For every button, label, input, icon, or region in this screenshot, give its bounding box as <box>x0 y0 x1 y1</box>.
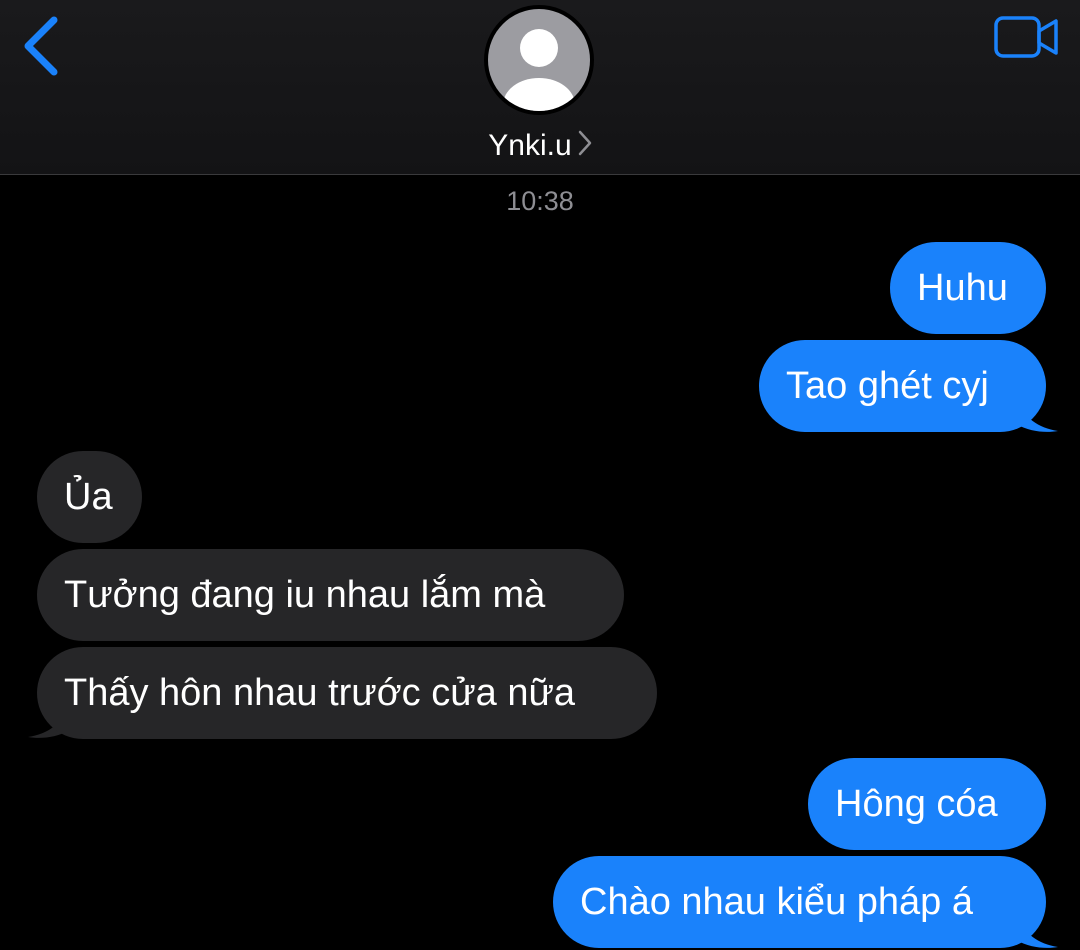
sent-message-bubble[interactable]: Hông cóa <box>808 758 1046 850</box>
sent-message-bubble[interactable]: Chào nhau kiểu pháp á <box>553 856 1046 948</box>
contact-name-button[interactable]: Ynki.u <box>0 126 1080 167</box>
chevron-left-icon <box>24 16 58 76</box>
messages-screen: Ynki.u 10:38 Huhu Tao ghét cyj Ủa Tưởng … <box>0 0 1080 950</box>
back-button[interactable] <box>16 14 68 78</box>
message-timestamp: 10:38 <box>506 186 574 216</box>
received-message-bubble[interactable]: Tưởng đang iu nhau lắm mà <box>37 549 624 641</box>
received-message-bubble[interactable]: Ủa <box>37 451 142 543</box>
contact-name: Ynki.u <box>488 129 572 162</box>
sent-message-bubble[interactable]: Huhu <box>890 242 1046 334</box>
chevron-right-icon <box>578 127 592 167</box>
sent-message-bubble[interactable]: Tao ghét cyj <box>759 340 1046 432</box>
contact-avatar[interactable] <box>484 5 594 115</box>
received-message-bubble[interactable]: Thấy hôn nhau trước cửa nữa <box>37 647 657 739</box>
video-camera-icon <box>994 16 1058 58</box>
video-call-button[interactable] <box>992 14 1062 62</box>
conversation-header: Ynki.u <box>0 0 1080 175</box>
person-silhouette-icon <box>488 9 590 111</box>
